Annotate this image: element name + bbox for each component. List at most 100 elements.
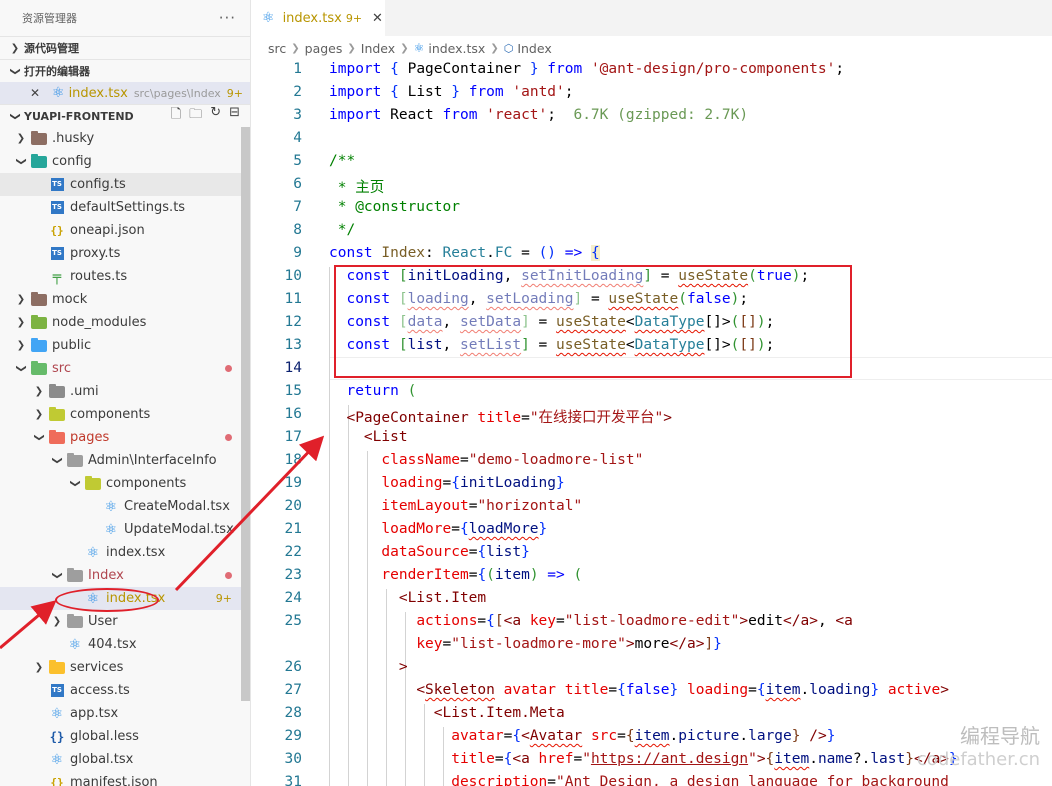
folder-icon [64, 613, 86, 628]
folder-icon [64, 567, 86, 582]
line-number: 15 [284, 383, 302, 399]
breadcrumb-item[interactable]: index.tsx [428, 41, 485, 56]
tree-item-label: app.tsx [70, 706, 119, 721]
code-line-2: import { List } from 'antd'; [329, 84, 574, 100]
code-line-31: description="Ant Design, a design langua… [451, 774, 949, 786]
breadcrumb-item[interactable]: pages [305, 41, 343, 56]
tree-folder-src[interactable]: ❯ src [0, 357, 250, 380]
tree-folder-husky[interactable]: ❯ .husky [0, 127, 250, 150]
line-number: 7 [293, 199, 302, 215]
breadcrumb-item[interactable]: src [268, 41, 286, 56]
tree-item-label: routes.ts [70, 269, 128, 284]
tree-file-manifest-json[interactable]: {} manifest.json [0, 771, 250, 786]
code-line-24: <List.Item [398, 590, 487, 606]
less-file-icon: {} [49, 729, 65, 744]
code-line-30: title={<a href="https://ant.design">{ite… [451, 751, 958, 767]
tree-file-createmodal-tsx[interactable]: ⚛ CreateModal.tsx [0, 495, 250, 518]
modified-dot-icon [225, 572, 232, 579]
problem-count-badge: 9+ [215, 592, 232, 605]
modified-dot-icon [225, 365, 232, 372]
code-line-1: import { PageContainer } from '@ant-desi… [329, 61, 845, 77]
tree-folder-components[interactable]: ❯ components [0, 472, 250, 495]
chevron-right-icon: ❯ [16, 294, 26, 305]
open-editors-section-header[interactable]: ❯ 打开的编辑器 [0, 59, 250, 82]
tree-file-defaultsettings-ts[interactable]: TS defaultSettings.ts [0, 196, 250, 219]
breadcrumb-separator-icon: ❯ [347, 42, 356, 54]
tree-item-label: global.less [70, 729, 139, 744]
line-number: 12 [284, 314, 302, 330]
tree-folder-pages[interactable]: ❯ pages [0, 426, 250, 449]
tree-file-config-ts[interactable]: TS config.ts [0, 173, 250, 196]
code-line-3: import React from 'react'; 6.7K (gzipped… [329, 107, 749, 123]
folder-icon [64, 452, 86, 467]
new-folder-icon[interactable]: 🗀 [189, 105, 202, 127]
tree-file-oneapi-json[interactable]: {} oneapi.json [0, 219, 250, 242]
breadcrumb-item[interactable]: Index [361, 41, 395, 56]
tree-file-404-tsx[interactable]: ⚛ 404.tsx [0, 633, 250, 656]
tree-folder-components[interactable]: ❯ components [0, 403, 250, 426]
more-actions-icon[interactable]: ··· [219, 9, 236, 27]
tree-folder-mock[interactable]: ❯ mock [0, 288, 250, 311]
tree-folder-umi[interactable]: ❯ .umi [0, 380, 250, 403]
tree-folder-user[interactable]: ❯ User [0, 610, 250, 633]
tree-file-global-tsx[interactable]: ⚛ global.tsx [0, 748, 250, 771]
line-number: 30 [284, 751, 302, 767]
tree-file-app-tsx[interactable]: ⚛ app.tsx [0, 702, 250, 725]
tree-file-updatemodal-tsx[interactable]: ⚛ UpdateModal.tsx [0, 518, 250, 541]
tree-item-label: .umi [70, 384, 99, 399]
folder-icon [46, 659, 68, 674]
line-number: 18 [284, 452, 302, 468]
tree-file-access-ts[interactable]: TS access.ts [0, 679, 250, 702]
chevron-down-icon: ❯ [51, 456, 63, 465]
folder-icon [46, 429, 68, 444]
tree-folder-index[interactable]: ❯ Index [0, 564, 250, 587]
code-line-25: actions={[<a key="list-loadmore-edit">ed… [416, 613, 853, 629]
chevron-right-icon: ❯ [34, 386, 44, 397]
breadcrumb-item[interactable]: Index [517, 41, 551, 56]
line-number: 11 [284, 291, 302, 307]
tree-folder-public[interactable]: ❯ public [0, 334, 250, 357]
line-number: 27 [284, 682, 302, 698]
line-number: 19 [284, 475, 302, 491]
line-number: 10 [284, 268, 302, 284]
component-symbol-icon: ⬡ [503, 41, 514, 55]
open-editor-item[interactable]: ✕ ⚛ index.tsx src\pages\Index 9+ [0, 82, 250, 104]
react-file-icon: ⚛ [50, 751, 64, 768]
close-tab-icon[interactable]: ✕ [372, 11, 383, 26]
code-line-8: */ [329, 222, 356, 238]
refresh-icon[interactable]: ↻ [210, 105, 221, 127]
tree-file-proxy-ts[interactable]: TS proxy.ts [0, 242, 250, 265]
tree-item-label: CreateModal.tsx [124, 499, 230, 514]
tree-folder-services[interactable]: ❯ services [0, 656, 250, 679]
close-icon[interactable]: ✕ [30, 86, 46, 100]
tree-item-label: node_modules [52, 315, 147, 330]
project-section-header[interactable]: ❯ YUAPI-FRONTEND 🗋 🗀 ↻ ⊟ [0, 104, 250, 127]
json-file-icon: {} [50, 224, 64, 237]
chevron-down-icon: ❯ [69, 479, 81, 488]
tree-item-label: config.ts [70, 177, 126, 192]
new-file-icon[interactable]: 🗋 [171, 105, 181, 127]
chevron-right-icon: ❯ [16, 340, 26, 351]
collapse-icon[interactable]: ⊟ [229, 105, 240, 127]
tab-index-tsx[interactable]: ⚛ index.tsx 9+ ✕ [252, 0, 386, 36]
code-editor[interactable]: 1 2 3 4 5 6 7 8 9 10 11 12 13 14 15 16 17 18 19 20 21 22 23 24 2… [252, 59, 1052, 786]
tree-folder-admin-interfaceinfo[interactable]: ❯ Admin\InterfaceInfo [0, 449, 250, 472]
tree-folder-config[interactable]: ❯ config [0, 150, 250, 173]
line-number: 5 [293, 153, 302, 169]
scm-section-header[interactable]: ❯ 源代码管理 [0, 36, 250, 59]
tree-file-global-less[interactable]: {} global.less [0, 725, 250, 748]
chevron-down-icon: ❯ [15, 157, 27, 166]
chevron-down-icon: ❯ [15, 364, 27, 373]
sidebar-scrollbar[interactable] [241, 127, 250, 701]
tree-folder-node-modules[interactable]: ❯ node_modules [0, 311, 250, 334]
tree-file-routes-ts[interactable]: ╤ routes.ts [0, 265, 250, 288]
tree-item-label: index.tsx [106, 545, 166, 560]
tree-item-label: manifest.json [70, 775, 158, 786]
watermark: 编程导航 codefather.cn [917, 720, 1040, 770]
tree-item-label: defaultSettings.ts [70, 200, 186, 215]
tree-item-label: public [52, 338, 92, 353]
tree-item-label: UpdateModal.tsx [124, 522, 234, 537]
line-number: 16 [284, 406, 302, 422]
folder-icon [28, 337, 50, 352]
tree-file-index-tsx[interactable]: ⚛ index.tsx [0, 541, 250, 564]
